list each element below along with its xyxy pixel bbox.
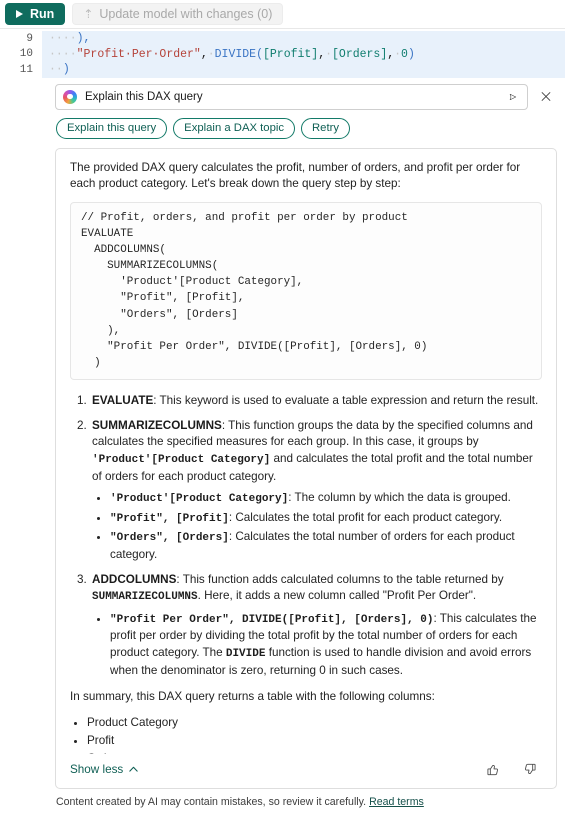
chevron-up-icon [129, 766, 138, 772]
answer-step: ADDCOLUMNS: This function adds calculate… [90, 572, 542, 680]
run-button[interactable]: Run [5, 3, 66, 25]
answer-step-code-term: SUMMARIZECOLUMNS [92, 591, 198, 604]
answer-step-text: : This keyword is used to evaluate a tab… [153, 394, 539, 408]
answer-sub-text: : The column by which the data is groupe… [288, 491, 511, 505]
answer-sub-text: : Calculates the total profit for each p… [228, 510, 503, 524]
answer-sub-item: "Profit Per Order", DIVIDE([Profit], [Or… [110, 611, 542, 679]
answer-step-text-tail: . Here, it adds a new column called "Pro… [197, 589, 477, 603]
copilot-prompt-input[interactable] [77, 89, 503, 104]
thumbs-up-icon[interactable] [484, 761, 502, 779]
answer-sub-item: "Orders", [Orders]: Calculates the total… [110, 529, 542, 563]
answer-sub-list: "Profit Per Order", DIVIDE([Profit], [Or… [92, 611, 542, 679]
answer-step-term: EVALUATE [92, 394, 154, 408]
answer-sub-item: 'Product'[Product Category]: The column … [110, 490, 542, 508]
answer-column-item: Profit [87, 733, 542, 750]
send-arrow-icon[interactable] [503, 87, 523, 107]
answer-sub-code: "Profit", [Profit] [110, 512, 229, 525]
answer-sub-code: "Profit Per Order", DIVIDE([Profit], [Or… [110, 613, 434, 626]
answer-summary-intro: In summary, this DAX query returns a tab… [70, 690, 435, 704]
suggestion-chip-row: Explain this query Explain a DAX topic Ret… [55, 117, 557, 139]
answer-step-text: : This function adds calculated columns … [176, 572, 504, 586]
ai-disclaimer: Content created by AI may contain mistak… [56, 796, 557, 808]
answer-sub-list: 'Product'[Product Category]: The column … [92, 490, 542, 563]
suggestion-chip-2[interactable]: Retry [301, 117, 351, 139]
close-x-icon[interactable] [535, 86, 557, 108]
code-line[interactable]: 10 ····"Profit·Per·Order",·DIVIDE([Profit… [0, 46, 565, 62]
code-line-text[interactable]: ····), [42, 31, 565, 47]
answer-intro-paragraph: The provided DAX query calculates the pr… [70, 160, 521, 191]
run-button-label: Run [30, 7, 55, 21]
suggestion-chip-1[interactable]: Explain a DAX topic [173, 117, 296, 139]
answer-step: SUMMARIZECOLUMNS: This function groups t… [90, 418, 542, 564]
answer-columns-list: Product CategoryProfitOrdersProfit Per O… [70, 715, 542, 754]
suggestion-chip-0[interactable]: Explain this query [56, 117, 168, 139]
code-line-text[interactable]: ····"Profit·Per·Order",·DIVIDE([Profit],… [42, 46, 565, 62]
answer-code-block: // Profit, orders, and profit per order … [70, 201, 542, 381]
update-model-label: Update model with changes (0) [99, 7, 273, 21]
code-line[interactable]: 11 ··) [0, 62, 565, 78]
answer-sub-item: "Profit", [Profit]: Calculates the total… [110, 510, 542, 528]
answer-step-code-term: 'Product'[Product Category] [92, 453, 271, 466]
answer-step-term: ADDCOLUMNS [92, 572, 177, 586]
copilot-icon [63, 89, 77, 104]
copilot-panel: Explain this queryExplain a DAX topicRet… [55, 83, 557, 808]
code-line-text[interactable]: ··) [42, 62, 565, 78]
upload-arrow-icon: ⇡ [83, 7, 94, 21]
answer-sub-code: "Orders", [Orders] [110, 532, 229, 545]
read-terms-link[interactable]: Read terms [369, 796, 424, 808]
thumbs-down-icon[interactable] [520, 761, 538, 779]
line-number: 11 [19, 63, 33, 76]
feedback-icons [484, 761, 542, 779]
dax-code-editor[interactable]: 9 ····), 10 ····"Profit·Per·Order",·DIVIDE(… [0, 29, 565, 78]
line-number: 10 [19, 48, 33, 61]
copilot-answer-card: The provided DAX query calculates the pr… [55, 147, 557, 789]
show-less-label: Show less [70, 763, 124, 776]
answer-column-item: Product Category [87, 715, 542, 732]
answer-step: EVALUATE: This keyword is used to evalua… [90, 393, 542, 410]
show-less-button[interactable]: Show less [70, 763, 139, 776]
editor-toolbar: Run ⇡ Update model with changes (0) [0, 0, 565, 29]
answer-step-term: SUMMARIZECOLUMNS [92, 418, 222, 432]
line-number: 9 [26, 32, 33, 45]
answer-steps-list: EVALUATE: This keyword is used to evalua… [70, 393, 542, 679]
copilot-prompt-row [55, 83, 557, 110]
copilot-prompt-box[interactable] [55, 83, 528, 110]
update-model-button[interactable]: ⇡ Update model with changes (0) [72, 3, 284, 25]
answer-content: The provided DAX query calculates the pr… [70, 160, 542, 754]
ai-disclaimer-text: Content created by AI may contain mistak… [56, 795, 367, 808]
answer-sub-code: 'Product'[Product Category] [110, 493, 289, 506]
code-line[interactable]: 9 ····), [0, 31, 565, 47]
answer-sub-code-inline: DIVIDE [225, 648, 266, 661]
play-triangle-icon [13, 8, 25, 20]
answer-card-footer: Show less [70, 754, 542, 788]
